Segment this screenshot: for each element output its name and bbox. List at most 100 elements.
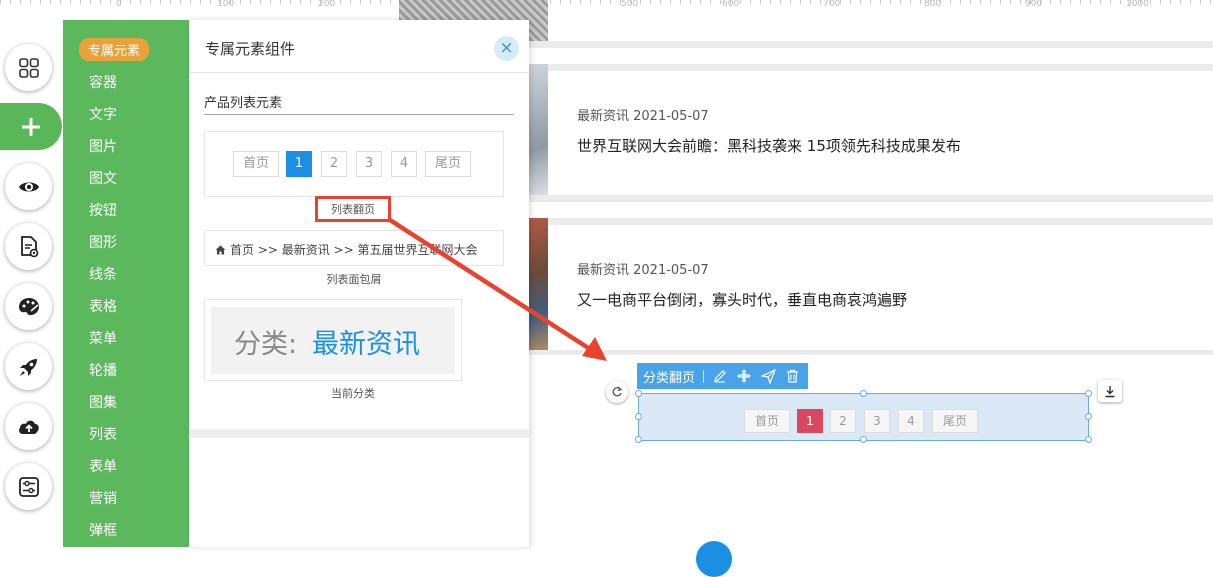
edit-pencil-icon[interactable] bbox=[711, 367, 729, 385]
ruler-tick bbox=[50, 0, 51, 4]
first-page-button: 首页 bbox=[233, 151, 279, 177]
resize-handle[interactable] bbox=[1085, 413, 1092, 420]
resize-handle[interactable] bbox=[635, 413, 642, 420]
news-title[interactable]: 又一电商平台倒闭，寡头时代，垂直电商哀鸿遍野 bbox=[577, 289, 907, 310]
page-3-button: 3 bbox=[356, 151, 382, 177]
resize-handle[interactable] bbox=[860, 390, 867, 397]
ruler-tick bbox=[300, 0, 301, 4]
ruler-tick bbox=[990, 0, 991, 4]
ruler-tick bbox=[1000, 0, 1001, 4]
ruler-tick bbox=[1210, 0, 1211, 4]
ruler-tick bbox=[600, 0, 601, 4]
ruler-tick bbox=[1070, 0, 1071, 4]
category-item[interactable]: 按钮 bbox=[89, 200, 117, 220]
category-item[interactable]: 营销 bbox=[89, 488, 117, 508]
panel-divider bbox=[189, 72, 529, 73]
add-icon[interactable] bbox=[0, 103, 62, 150]
resize-handle[interactable] bbox=[860, 436, 867, 443]
resize-handle[interactable] bbox=[635, 436, 642, 443]
ruler-tick bbox=[1120, 0, 1121, 4]
ruler-tick bbox=[860, 0, 861, 4]
rotate-icon[interactable] bbox=[606, 381, 628, 403]
ruler-label: 100 bbox=[217, 0, 235, 9]
category-item[interactable]: 线条 bbox=[89, 264, 117, 284]
ruler-tick bbox=[950, 0, 951, 4]
ruler-tick bbox=[850, 0, 851, 4]
ruler-tick bbox=[680, 0, 681, 4]
category-item[interactable]: 表单 bbox=[89, 456, 117, 476]
resize-handle[interactable] bbox=[635, 390, 642, 397]
resize-handle[interactable] bbox=[1085, 390, 1092, 397]
ruler-tick bbox=[250, 0, 251, 4]
page-2-button[interactable]: 2 bbox=[830, 409, 856, 433]
category-item[interactable]: 图片 bbox=[89, 136, 117, 156]
ruler-tick bbox=[150, 0, 151, 4]
ruler-label: 600 bbox=[722, 0, 740, 9]
ruler-tick bbox=[310, 0, 311, 4]
ruler-tick bbox=[740, 0, 741, 4]
category-exclusive-elements[interactable]: 专属元素 bbox=[79, 38, 150, 61]
move-icon[interactable] bbox=[735, 367, 753, 385]
ruler-tick bbox=[130, 0, 131, 4]
ruler-tick bbox=[610, 0, 611, 4]
selected-pagination-component[interactable]: 首页 1 2 3 4 尾页 bbox=[635, 390, 1092, 443]
page-4-button[interactable]: 4 bbox=[898, 409, 924, 433]
ruler-tick bbox=[780, 0, 781, 4]
category-item[interactable]: 图形 bbox=[89, 232, 117, 252]
ruler-tick bbox=[670, 0, 671, 4]
ruler-tick bbox=[970, 0, 971, 4]
preview-eye-icon[interactable] bbox=[5, 163, 52, 210]
category-item[interactable]: 容器 bbox=[89, 72, 117, 92]
ruler-tick bbox=[590, 0, 591, 4]
category-item[interactable]: 图文 bbox=[89, 168, 117, 188]
pagination-card-caption: 列表翻页 bbox=[315, 196, 391, 222]
ruler-tick bbox=[720, 0, 721, 4]
ruler-tick bbox=[70, 0, 71, 4]
category-item[interactable]: 菜单 bbox=[89, 328, 117, 348]
close-icon[interactable]: × bbox=[494, 36, 519, 61]
ruler-tick bbox=[390, 0, 391, 4]
download-icon[interactable] bbox=[1098, 380, 1122, 402]
toolbar-separator bbox=[703, 369, 705, 383]
news-thumbnail[interactable] bbox=[529, 64, 548, 202]
ruler-tick bbox=[790, 0, 791, 4]
category-item[interactable]: 轮播 bbox=[89, 360, 117, 380]
breadcrumb-card-caption: 列表面包屑 bbox=[326, 273, 382, 286]
ruler-tick bbox=[870, 0, 871, 4]
news-title[interactable]: 世界互联网大会前瞻：黑科技袭来 15项领先科技成果发布 bbox=[577, 135, 961, 156]
first-page-button[interactable]: 首页 bbox=[744, 409, 790, 433]
pagination-element-card[interactable]: 首页 1 2 3 4 尾页 bbox=[204, 131, 504, 197]
cloud-upload-icon[interactable] bbox=[5, 403, 52, 450]
send-icon[interactable] bbox=[759, 367, 777, 385]
category-item[interactable]: 表格 bbox=[89, 296, 117, 316]
ruler-tick bbox=[30, 0, 31, 4]
ruler-tick bbox=[210, 0, 211, 4]
sliders-settings-icon[interactable] bbox=[5, 463, 52, 510]
ruler-tick bbox=[370, 0, 371, 4]
floating-action-button[interactable] bbox=[696, 541, 732, 577]
last-page-button[interactable]: 尾页 bbox=[932, 409, 978, 433]
ruler-tick bbox=[700, 0, 701, 4]
ruler-tick bbox=[380, 0, 381, 4]
rocket-publish-icon[interactable] bbox=[5, 343, 52, 390]
category-item[interactable]: 列表 bbox=[89, 424, 117, 444]
page-4-button: 4 bbox=[391, 151, 417, 177]
delete-trash-icon[interactable] bbox=[783, 367, 801, 385]
category-item[interactable]: 图集 bbox=[89, 392, 117, 412]
ruler-tick bbox=[350, 0, 351, 4]
ruler-tick bbox=[0, 0, 1, 4]
ruler-tick bbox=[360, 0, 361, 4]
resize-handle[interactable] bbox=[1085, 436, 1092, 443]
category-item[interactable]: 文字 bbox=[89, 104, 117, 124]
page-3-button[interactable]: 3 bbox=[864, 409, 890, 433]
category-prefix: 分类: bbox=[234, 329, 298, 360]
ruler-tick bbox=[1020, 0, 1021, 4]
ruler-tick bbox=[980, 0, 981, 4]
layout-grid-icon[interactable] bbox=[5, 44, 52, 91]
palette-icon[interactable] bbox=[5, 283, 52, 330]
page-1-button[interactable]: 1 bbox=[797, 409, 823, 433]
ruler-tick bbox=[570, 0, 571, 4]
page-settings-icon[interactable] bbox=[5, 223, 52, 270]
category-item[interactable]: 弹框 bbox=[89, 520, 117, 540]
component-label: 分类翻页 bbox=[643, 370, 696, 386]
